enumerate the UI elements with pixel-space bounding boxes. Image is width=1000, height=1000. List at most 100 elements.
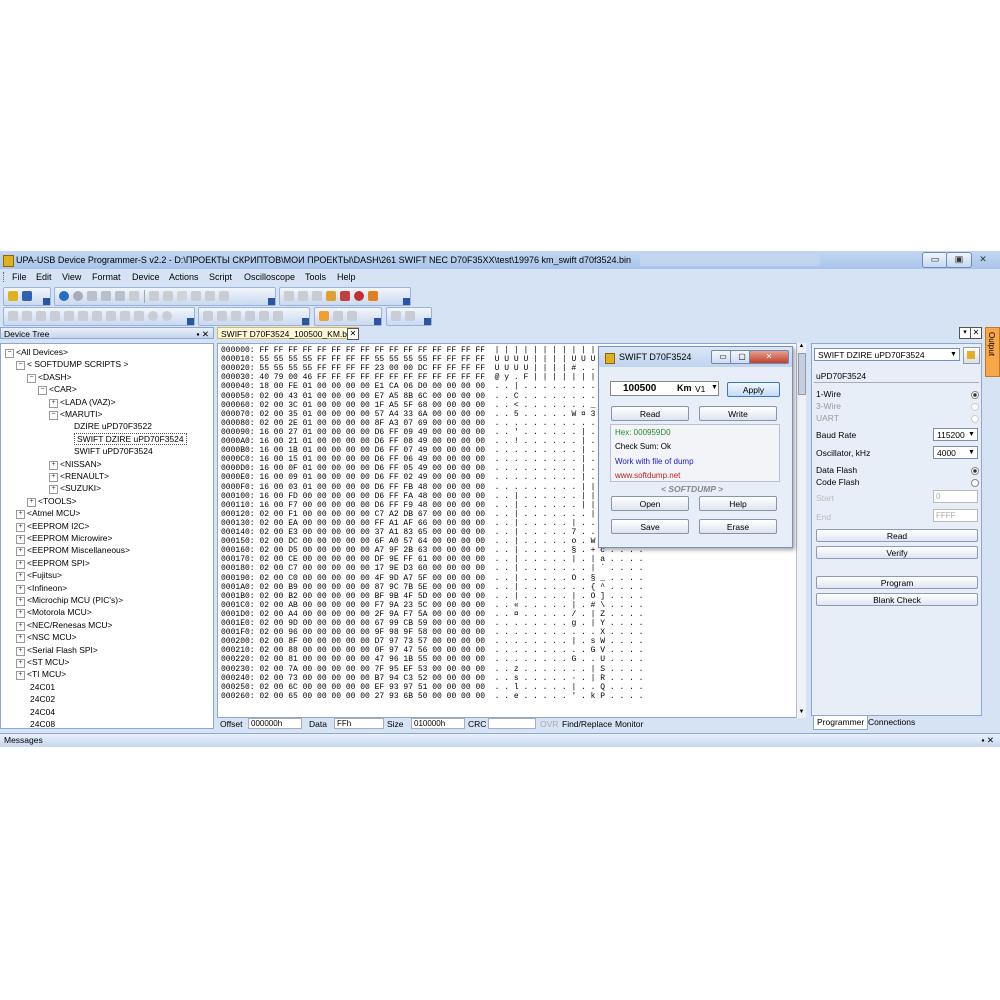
panel-close-icon[interactable]: ✕ [970,327,982,339]
checksum-icon[interactable] [219,291,229,301]
baud-select[interactable]: 115200 ▼ [933,428,978,441]
toolbar-overflow-icon[interactable] [302,318,309,325]
tree-expander-icon[interactable]: + [16,547,25,557]
tree-node[interactable]: <Motorola MCU> [27,607,92,617]
tree-expander-icon[interactable]: + [16,634,25,644]
refresh-icon[interactable] [59,291,69,301]
tree-node[interactable]: SWIFT DZIRE uPD70F3524 [74,432,187,445]
hex-row[interactable]: 0001E0: 02 00 9D 00 00 00 00 00 67 99 CB… [221,620,643,628]
paste-icon[interactable] [115,291,125,301]
play-icon[interactable] [391,311,401,321]
tree-expander-icon[interactable]: + [16,559,25,569]
up-icon[interactable] [106,311,116,321]
scroll-up-icon[interactable]: ▲ [797,343,806,352]
tree-expander-icon[interactable]: + [49,485,58,495]
tool-icon[interactable] [368,291,378,301]
load-device-button[interactable] [963,347,980,364]
view-1-icon[interactable] [203,311,213,321]
hex-row[interactable]: 000110: 16 00 F7 00 00 00 00 00 D6 FF F9… [221,501,643,510]
tree-expander-icon[interactable]: − [5,349,14,358]
tree-expander-icon[interactable]: + [16,671,25,681]
find-icon[interactable] [149,291,159,301]
cursor-icon[interactable] [319,311,329,321]
tree-node[interactable]: <Infineon> [27,583,67,593]
tree-node[interactable]: <NEC/Renesas MCU> [27,620,113,630]
messages-pin-close[interactable]: ▪ ✕ [982,734,995,747]
tree-node[interactable]: 24C08 [30,719,55,728]
tree-expander-icon[interactable]: − [16,361,25,371]
maximize-button[interactable]: ▣ [946,252,972,268]
view-6-icon[interactable] [273,311,283,321]
tree-expander-icon[interactable]: + [16,510,25,520]
tree-node[interactable]: <TOOLS> [38,496,77,506]
start-input[interactable]: 0 [933,490,978,503]
toolbar-overflow-icon[interactable] [424,318,431,325]
hex-row[interactable]: 0000A0: 16 00 21 01 00 00 00 00 D6 FF 08… [221,438,643,446]
km-input[interactable]: 100500 Km V1 ▼ [610,381,719,396]
hex-row[interactable]: 000170: 02 00 CE 00 00 00 00 00 DF 9E FF… [221,556,643,564]
tree-node[interactable]: 24C01 [30,682,55,692]
menu-script[interactable]: Script [209,272,232,282]
menu-file[interactable]: File [12,272,27,282]
tree-expander-icon[interactable]: + [16,522,25,532]
hex-row[interactable]: 000080: 02 00 2E 01 00 00 00 00 8F A3 07… [221,419,643,428]
hex-row[interactable]: 000070: 02 00 35 01 00 00 00 00 57 A4 33… [221,410,643,419]
view-2-icon[interactable] [217,311,227,321]
tree-node[interactable]: <EEPROM Miscellaneous> [27,545,130,555]
verify-button[interactable]: Verify [816,546,978,559]
delete-icon[interactable] [129,291,139,301]
tree-node[interactable]: <All Devices> [16,347,68,357]
script-icon[interactable] [326,291,336,301]
menu-edit[interactable]: Edit [36,272,52,282]
tree-node[interactable]: <MARUTI> [60,409,103,419]
scroll-thumb[interactable] [798,353,806,395]
hex-row[interactable]: 0001D0: 02 00 A4 00 00 00 00 00 2F 9A F7… [221,610,643,619]
hex-row[interactable]: 000250: 02 00 6C 00 00 00 00 00 EF 93 97… [221,683,643,692]
hex-row[interactable]: 000240: 02 00 73 00 00 00 00 00 B7 94 C3… [221,674,643,683]
scroll-down-icon[interactable]: ▼ [797,709,806,718]
menu-format[interactable]: Format [92,272,121,282]
tree-expander-icon[interactable]: + [49,460,58,470]
view-4-icon[interactable] [245,311,255,321]
monitor-tab[interactable]: Monitor [615,719,643,729]
tree-node[interactable]: SWIFT uPD70F3524 [74,446,153,456]
settings-icon[interactable] [298,291,308,301]
hex-row[interactable]: 000140: 02 00 E3 00 00 00 00 00 37 A1 83… [221,529,643,537]
hex-row[interactable]: 000060: 02 00 3C 01 00 00 00 00 1F A5 5F… [221,401,643,410]
last-icon[interactable] [50,311,60,321]
forward-icon[interactable] [92,311,102,321]
menu-tools[interactable]: Tools [305,272,326,282]
tree-expander-icon[interactable]: − [27,373,36,383]
hex-row[interactable]: 0000E0: 16 00 09 01 00 00 00 00 D6 FF 02… [221,474,643,482]
hex-row[interactable]: 0000F0: 16 00 03 01 00 00 00 00 D6 FF FB… [221,483,643,492]
fill-icon[interactable] [191,291,201,301]
tree-expander-icon[interactable]: + [49,398,58,408]
back-icon[interactable] [78,311,88,321]
hex-row[interactable]: 000050: 02 00 43 01 00 00 00 00 E7 A5 8B… [221,392,643,401]
apply-button[interactable]: Apply [727,382,780,397]
menu-oscilloscope[interactable]: Oscilloscope [244,272,295,282]
tree-node[interactable]: <ST MCU> [27,657,69,667]
toolbar-overflow-icon[interactable] [268,298,275,305]
hex-row[interactable]: 000200: 02 00 8F 00 00 00 00 00 D7 97 73… [221,638,643,646]
tab-dump-file[interactable]: SWIFT D70F3524_100500_KM.bin [217,327,359,339]
dialog-save-button[interactable]: Save [611,519,689,534]
hex-row[interactable]: 0001C0: 02 00 AB 00 00 00 00 00 F7 9A 23… [221,601,643,610]
chevron-down-icon[interactable]: ▼ [711,384,718,391]
hex-row[interactable]: 000210: 02 00 88 00 00 00 00 00 0F 97 47… [221,647,643,655]
program-button[interactable]: Program [816,576,978,589]
hex-row[interactable]: 000100: 16 00 FD 00 00 00 00 00 D6 FF FA… [221,492,643,501]
hex-row[interactable]: 000160: 02 00 D5 00 00 00 00 00 A7 9F 2B… [221,547,643,555]
data-flash-radio[interactable] [971,467,979,475]
step-icon[interactable] [405,311,415,321]
tree-node[interactable]: <CAR> [49,384,77,394]
menu-device[interactable]: Device [132,272,160,282]
record-icon[interactable] [148,311,158,321]
tab-programmer[interactable]: Programmer [813,716,869,730]
toolbar-overflow-icon[interactable] [43,298,50,305]
uart-radio[interactable] [971,415,979,423]
hex-row[interactable]: 000190: 02 00 C0 00 00 00 00 00 4F 9D A7… [221,574,643,583]
tree-expander-icon[interactable]: + [49,473,58,482]
tree-expander-icon[interactable]: + [16,572,25,582]
dialog-erase-button[interactable]: Erase [699,519,777,534]
